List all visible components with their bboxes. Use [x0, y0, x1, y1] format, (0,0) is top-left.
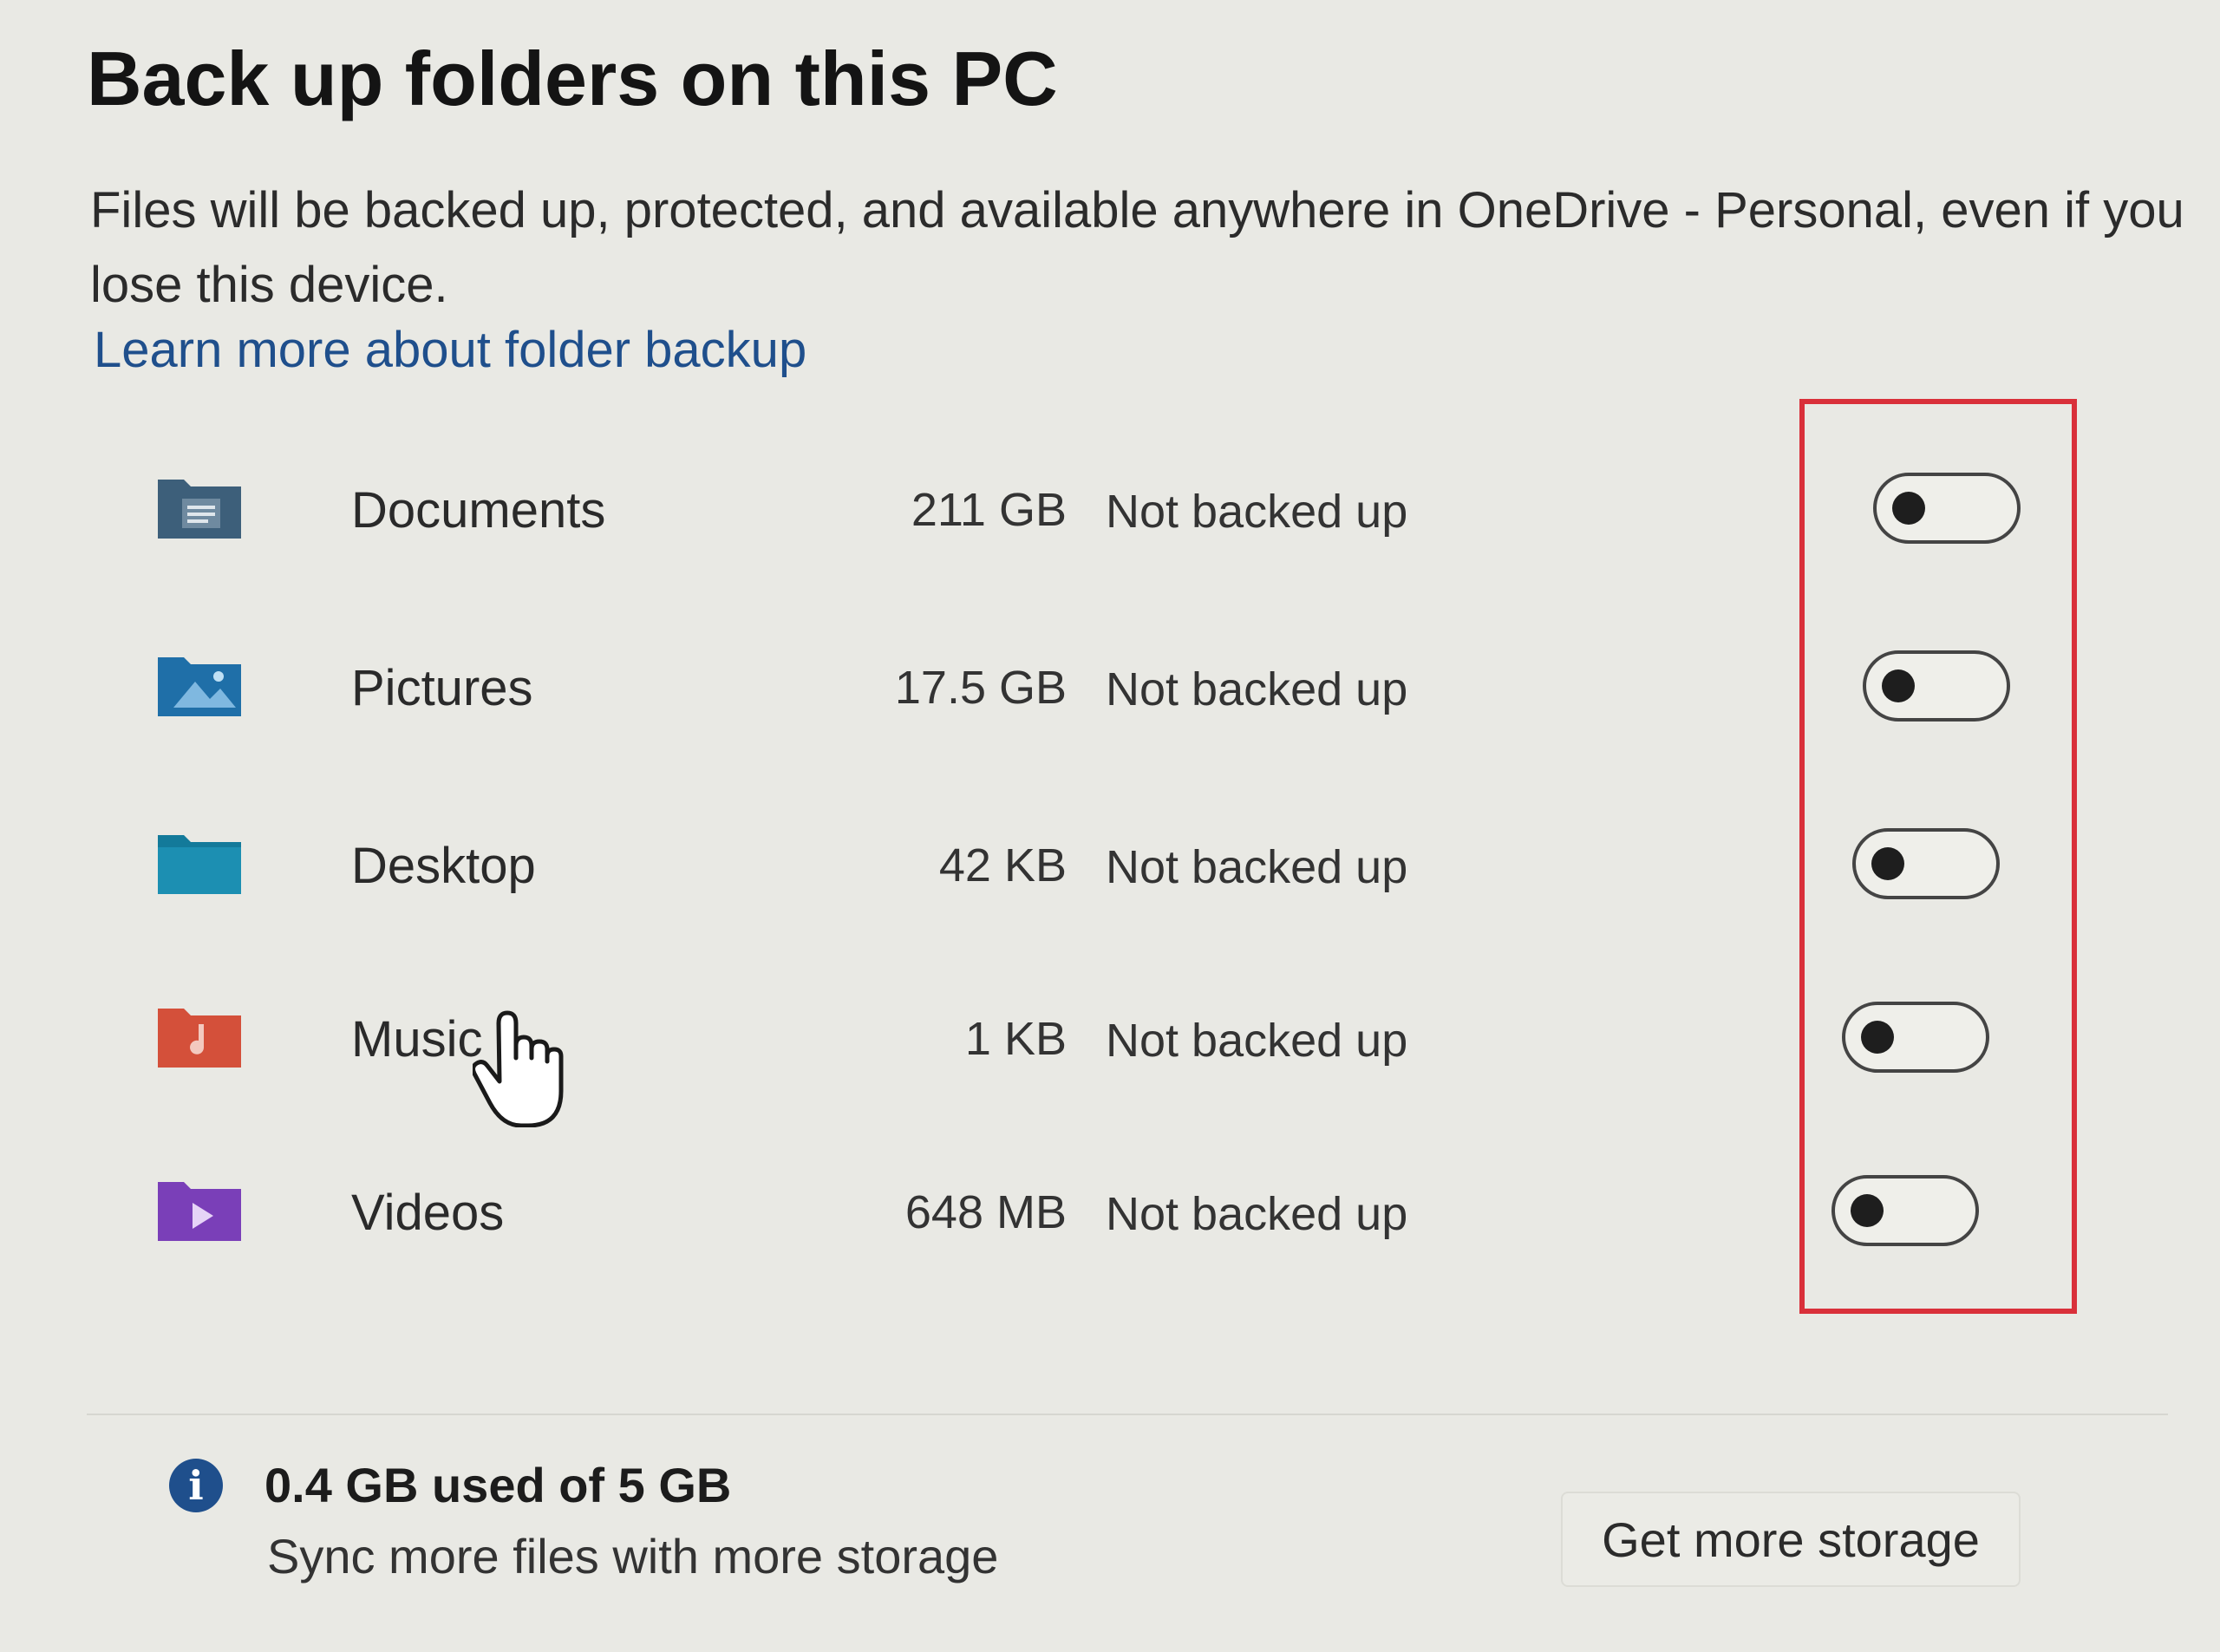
- folder-status: Not backed up: [1106, 1015, 1408, 1067]
- storage-subtext: Sync more files with more storage: [267, 1529, 999, 1583]
- toggle-highlight-box: [1799, 399, 2077, 1314]
- pictures-folder-icon: [158, 657, 241, 716]
- folder-size: 211 GB: [911, 484, 1067, 536]
- folder-size: 42 KB: [938, 839, 1067, 891]
- folder-status: Not backed up: [1106, 841, 1408, 893]
- folder-size: 17.5 GB: [894, 662, 1067, 714]
- videos-folder-icon: [158, 1182, 241, 1241]
- section-divider: [87, 1414, 2168, 1415]
- folder-name: Pictures: [351, 660, 533, 716]
- page-title: Back up folders on this PC: [87, 36, 1058, 121]
- folder-name: Music: [351, 1011, 483, 1068]
- storage-used-text: 0.4 GB used of 5 GB: [264, 1458, 732, 1512]
- folder-size: 648 MB: [904, 1186, 1067, 1238]
- folder-name: Documents: [351, 482, 606, 539]
- documents-folder-icon: [158, 480, 241, 539]
- folder-name: Videos: [351, 1185, 505, 1241]
- get-more-storage-button[interactable]: Get more storage: [1561, 1492, 2021, 1587]
- folder-status: Not backed up: [1106, 663, 1408, 715]
- desktop-folder-icon: [158, 835, 241, 894]
- backup-folders-dialog: Back up folders on this PC Files will be…: [0, 0, 2220, 1652]
- info-icon: i: [169, 1459, 223, 1512]
- music-folder-icon: [158, 1009, 241, 1068]
- learn-more-link[interactable]: Learn more about folder backup: [94, 321, 806, 379]
- hand-cursor-icon: [473, 1010, 564, 1127]
- folder-size: 1 KB: [964, 1013, 1067, 1065]
- folder-status: Not backed up: [1106, 1188, 1408, 1240]
- description-text: Files will be backed up, protected, and …: [90, 182, 2184, 313]
- folder-status: Not backed up: [1106, 486, 1408, 538]
- folder-name: Desktop: [351, 838, 536, 894]
